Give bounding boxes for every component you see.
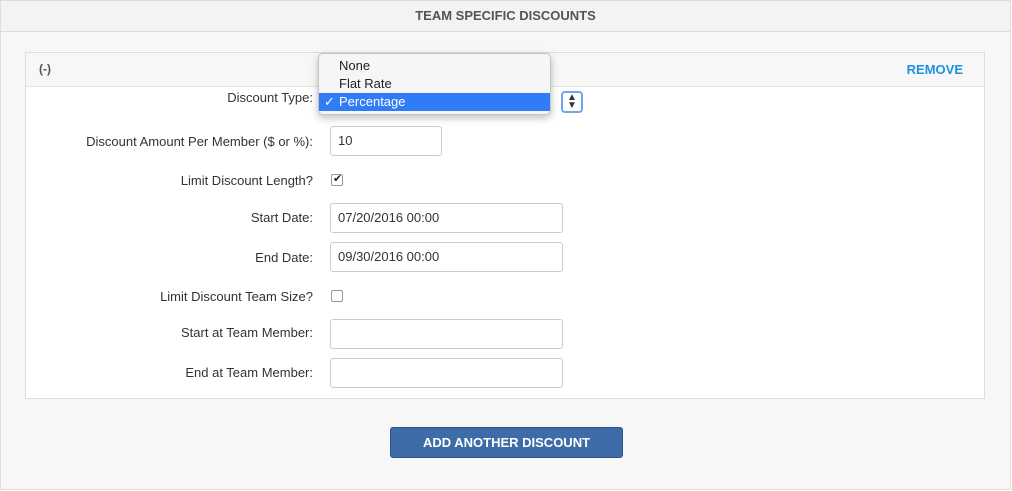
option-label: None xyxy=(339,58,371,73)
checkmark-icon: ✔ xyxy=(333,173,343,185)
discount-type-dropdown: None Flat Rate ✓ Percentage xyxy=(318,53,551,115)
end-member-label: End at Team Member: xyxy=(185,365,313,380)
remove-link[interactable]: REMOVE xyxy=(907,62,963,77)
limit-team-size-checkbox[interactable] xyxy=(331,290,343,302)
end-member-input[interactable] xyxy=(330,358,563,388)
discount-amount-label: Discount Amount Per Member ($ or %): xyxy=(86,134,313,149)
check-icon: ✓ xyxy=(324,94,335,109)
start-member-label: Start at Team Member: xyxy=(181,325,313,340)
discount-type-label: Discount Type: xyxy=(227,90,313,105)
discount-amount-input[interactable]: 10 xyxy=(330,126,442,156)
discount-type-select[interactable]: ▲ ▼ xyxy=(561,91,583,113)
end-date-input[interactable]: 09/30/2016 00:00 xyxy=(330,242,563,272)
limit-team-size-label: Limit Discount Team Size? xyxy=(160,289,313,304)
option-label: Percentage xyxy=(339,94,406,109)
option-label: Flat Rate xyxy=(339,76,392,91)
limit-length-label: Limit Discount Length? xyxy=(180,173,313,188)
start-date-input[interactable]: 07/20/2016 00:00 xyxy=(330,203,563,233)
select-arrows-icon: ▲ ▼ xyxy=(567,92,577,111)
collapse-toggle[interactable]: (-) xyxy=(39,62,51,76)
limit-length-checkbox[interactable]: ✔ xyxy=(331,173,343,186)
option-none[interactable]: None xyxy=(319,57,550,75)
section-header: TEAM SPECIFIC DISCOUNTS xyxy=(1,1,1010,32)
section-title: TEAM SPECIFIC DISCOUNTS xyxy=(415,8,596,23)
option-percentage[interactable]: ✓ Percentage xyxy=(319,93,550,111)
end-date-label: End Date: xyxy=(255,250,313,265)
start-member-input[interactable] xyxy=(330,319,563,349)
start-date-label: Start Date: xyxy=(250,210,313,225)
add-another-discount-button[interactable]: ADD ANOTHER DISCOUNT xyxy=(390,427,623,458)
discounts-page: TEAM SPECIFIC DISCOUNTS (-) REMOVE Disco… xyxy=(0,0,1011,490)
option-flat-rate[interactable]: Flat Rate xyxy=(319,75,550,93)
